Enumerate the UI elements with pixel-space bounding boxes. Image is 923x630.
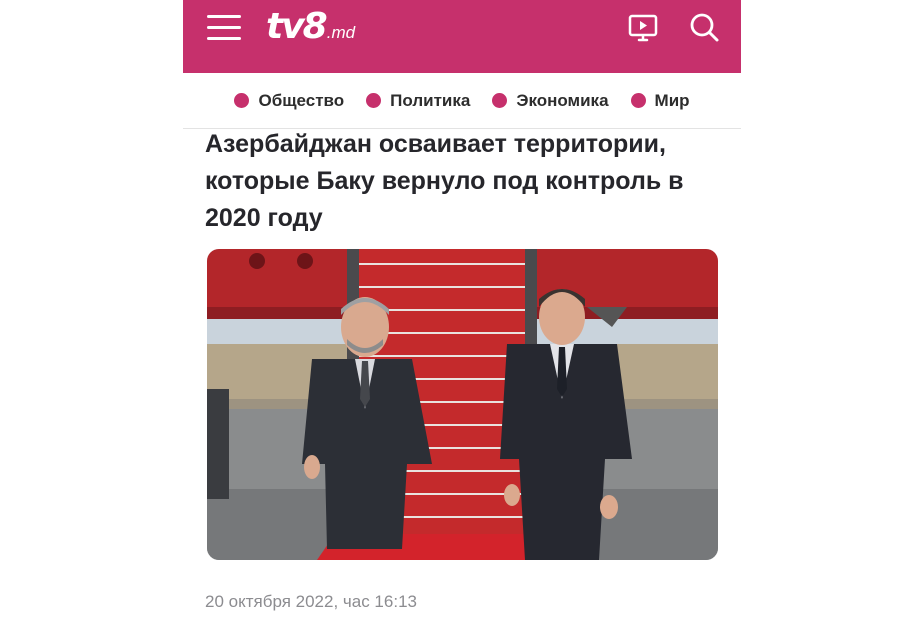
category-politics[interactable]: Политика bbox=[366, 91, 470, 111]
category-dot-icon bbox=[234, 93, 250, 108]
article-photo-illustration bbox=[207, 249, 718, 560]
page-container: tv8 .md Общество Политика Экономика Мир … bbox=[183, 0, 741, 630]
category-dot-icon bbox=[366, 93, 382, 108]
category-label: Мир bbox=[654, 90, 690, 110]
tv-play-icon[interactable] bbox=[627, 12, 659, 44]
menu-icon[interactable] bbox=[207, 15, 241, 41]
category-economy[interactable]: Экономика bbox=[492, 90, 609, 111]
category-nav: Общество Политика Экономика Мир bbox=[183, 73, 741, 129]
article-title[interactable]: Азербайджан осваивает территории, которы… bbox=[205, 126, 715, 237]
logo-text: tv8 bbox=[266, 6, 328, 47]
logo-domain: .md bbox=[326, 23, 356, 42]
category-label: Экономика bbox=[516, 90, 609, 110]
site-logo[interactable]: tv8 .md bbox=[266, 6, 355, 50]
category-dot-icon bbox=[630, 93, 646, 108]
search-icon[interactable] bbox=[688, 11, 720, 43]
article-photo[interactable] bbox=[207, 249, 718, 560]
category-label: Общество bbox=[258, 90, 345, 110]
article-date: 20 октября 2022, час 16:13 bbox=[205, 592, 417, 611]
category-society[interactable]: Общество bbox=[234, 91, 344, 111]
top-bar: tv8 .md bbox=[183, 0, 741, 73]
category-world[interactable]: Мир bbox=[630, 90, 690, 111]
category-dot-icon bbox=[492, 93, 508, 108]
category-label: Политика bbox=[390, 90, 471, 110]
